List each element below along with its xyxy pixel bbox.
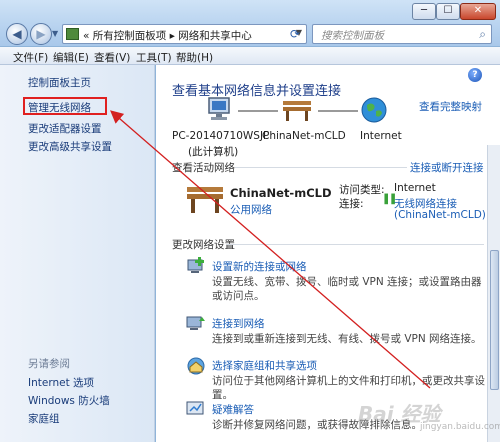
watermark-url: jingyan.baidu.com: [420, 422, 500, 432]
annotation-arrow: [110, 110, 431, 389]
